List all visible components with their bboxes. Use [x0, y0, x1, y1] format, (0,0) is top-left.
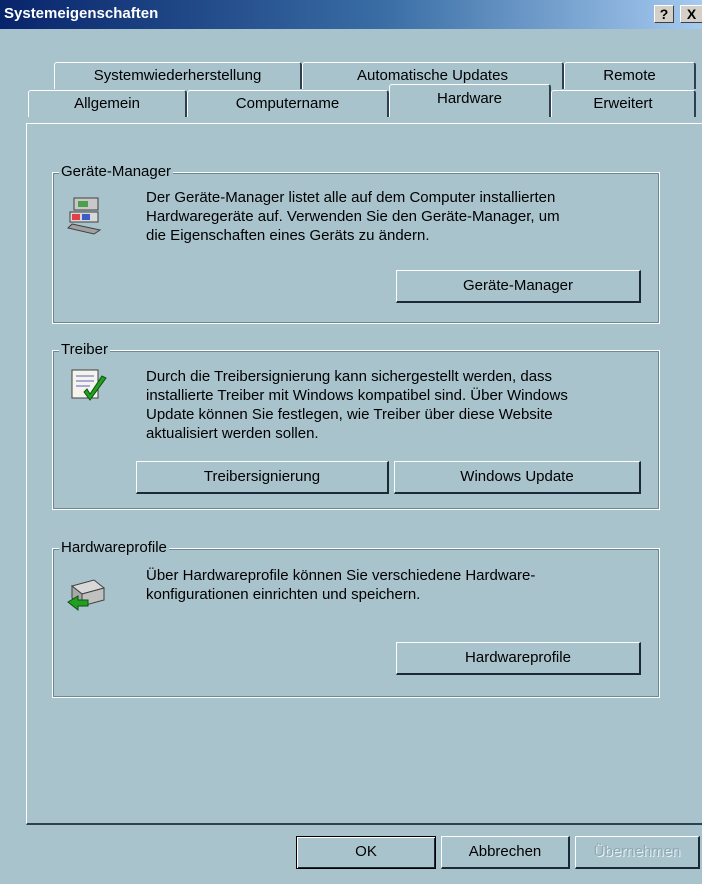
hardware-profiles-description: Über Hardwareprofile können Sie verschie…	[146, 567, 536, 603]
tab-erweitert[interactable]: Erweitert	[551, 90, 696, 117]
cancel-button[interactable]: Abbrechen	[441, 836, 570, 869]
hardware-profiles-button[interactable]: Hardwareprofile	[396, 642, 641, 675]
hardware-profiles-group-title: Hardwareprofile	[59, 539, 169, 557]
window-title: Systemeigenschaften	[4, 5, 159, 22]
close-button[interactable]: X	[680, 5, 702, 23]
apply-button[interactable]: Übernehmen	[575, 836, 700, 869]
device-manager-group-title: Geräte-Manager	[59, 163, 174, 181]
driver-signing-icon	[71, 369, 107, 401]
tab-computername[interactable]: Computername	[187, 90, 389, 117]
windows-update-button[interactable]: Windows Update	[394, 461, 641, 494]
hardware-profiles-icon	[67, 579, 106, 612]
tab-hardware[interactable]: Hardware	[389, 84, 551, 117]
title-bar[interactable]: Systemeigenschaften ? X	[0, 0, 702, 29]
drivers-description: Durch die Treibersignierung kann sicherg…	[146, 368, 568, 442]
tab-remote[interactable]: Remote	[564, 62, 696, 89]
tab-allgemein[interactable]: Allgemein	[28, 90, 187, 117]
drivers-group-title: Treiber	[59, 341, 110, 359]
device-manager-description: Der Geräte-Manager listet alle auf dem C…	[146, 189, 560, 244]
driver-signing-button[interactable]: Treibersignierung	[136, 461, 389, 494]
ok-button[interactable]: OK	[296, 836, 436, 869]
device-manager-button[interactable]: Geräte-Manager	[396, 270, 641, 303]
tab-systemwiederherstellung[interactable]: Systemwiederherstellung	[54, 62, 302, 89]
help-button[interactable]: ?	[654, 5, 674, 23]
device-manager-icon	[67, 197, 102, 235]
